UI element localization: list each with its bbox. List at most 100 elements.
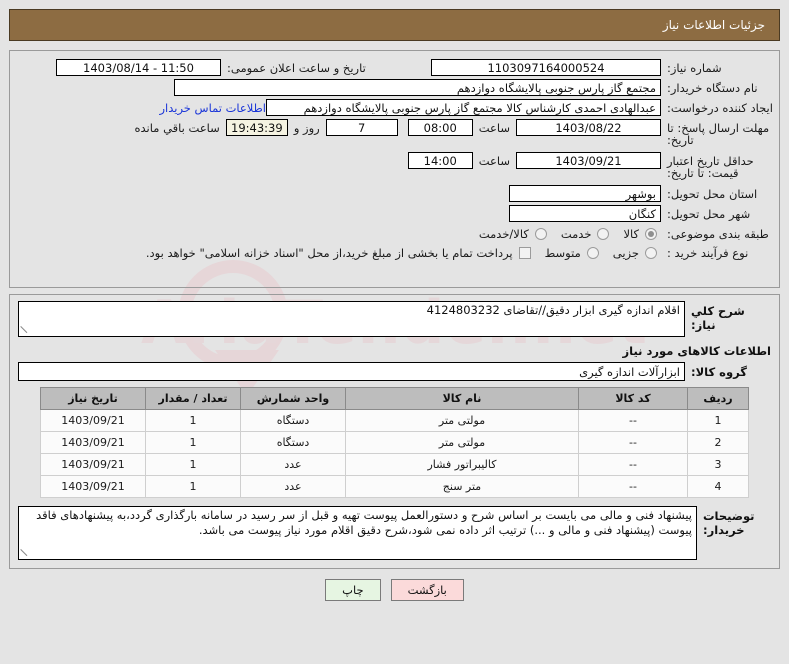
buyer-notes-textarea[interactable]: پیشنهاد فنی و مالی می بایست بر اساس شرح … bbox=[18, 506, 697, 560]
cell-code: -- bbox=[578, 409, 688, 432]
row-delivery-province: استان محل تحویل: بوشهر bbox=[10, 185, 779, 202]
row-process-type: نوع فرآیند خرید : جزیی متوسط پرداخت تمام… bbox=[10, 246, 779, 260]
response-deadline-label: مهلت ارسال پاسخ: تا تاریخ: bbox=[667, 121, 770, 147]
buyer-contact-link[interactable]: اطلاعات تماس خریدار bbox=[159, 99, 266, 115]
goods-group-field[interactable]: ابزارآلات اندازه گیری bbox=[18, 362, 685, 381]
cell-qty: 1 bbox=[145, 409, 241, 432]
category-option-goods-service-label: کالا/خدمت bbox=[478, 227, 529, 241]
cell-row: 4 bbox=[687, 475, 749, 498]
cell-date: 1403/09/21 bbox=[40, 431, 146, 454]
footer-buttons: بازگشت چاپ bbox=[0, 579, 789, 601]
countdown-label: ساعت باقي مانده bbox=[134, 121, 220, 135]
resize-grip-icon[interactable] bbox=[20, 548, 30, 558]
col-name: نام کالا bbox=[345, 387, 579, 410]
cell-date: 1403/09/21 bbox=[40, 409, 146, 432]
items-table-body: 1 -- مولتی متر دستگاه 1 1403/09/21 2 -- … bbox=[40, 409, 749, 498]
delivery-city-label: شهر محل تحویل: bbox=[667, 207, 751, 221]
price-validity-time-field[interactable]: 14:00 bbox=[407, 152, 473, 169]
process-type-option-minor-label: جزیی bbox=[612, 246, 639, 260]
process-type-label: نوع فرآیند خرید : bbox=[667, 245, 749, 260]
table-row: 2 -- مولتی متر دستگاه 1 1403/09/21 bbox=[40, 431, 749, 454]
announce-datetime-field[interactable]: 1403/08/14 - 11:50 bbox=[56, 59, 221, 76]
buyer-org-label: نام دستگاه خریدار: bbox=[667, 81, 758, 95]
row-delivery-city: شهر محل تحویل: کنگان bbox=[10, 205, 779, 222]
row-requester: ایجاد کننده درخواست: عبدالهادی احمدی کار… bbox=[10, 99, 779, 116]
cell-code: -- bbox=[578, 453, 688, 476]
cell-qty: 1 bbox=[145, 453, 241, 476]
delivery-province-label: استان محل تحویل: bbox=[667, 187, 758, 201]
buyer-notes-label: توضیحات خریدار: bbox=[703, 509, 755, 537]
cell-row: 3 bbox=[687, 453, 749, 476]
table-row: 3 -- کالیبراتور فشار عدد 1 1403/09/21 bbox=[40, 453, 749, 476]
row-category: طبقه بندی موضوعی: کالا خدمت کالا/خدمت bbox=[10, 227, 779, 241]
goods-section-title: اطلاعات کالاهای مورد نیاز bbox=[622, 344, 771, 358]
cell-unit: دستگاه bbox=[240, 409, 346, 432]
print-button[interactable]: چاپ bbox=[325, 579, 381, 601]
back-button[interactable]: بازگشت bbox=[390, 579, 464, 601]
price-validity-time-label: ساعت bbox=[478, 154, 510, 168]
row-buyer-notes: توضیحات خریدار: پیشنهاد فنی و مالی می با… bbox=[10, 500, 779, 568]
items-table-header-row: ردیف کد کالا نام کالا واحد شمارش تعداد /… bbox=[40, 387, 749, 410]
delivery-city-field[interactable]: کنگان bbox=[509, 205, 661, 222]
category-radio-service[interactable] bbox=[597, 228, 610, 240]
cell-code: -- bbox=[578, 475, 688, 498]
col-date: تاریخ نیاز bbox=[40, 387, 146, 410]
response-deadline-time-label: ساعت bbox=[478, 121, 510, 135]
cell-row: 2 bbox=[687, 431, 749, 454]
cell-name: کالیبراتور فشار bbox=[345, 453, 579, 476]
page-title-bar: جزئیات اطلاعات نیاز bbox=[9, 9, 780, 41]
cell-row: 1 bbox=[687, 409, 749, 432]
need-number-label: شماره نیاز: bbox=[667, 61, 722, 75]
row-need-summary: شرح کلي نياز: اقلام اندازه گیری ابزار دق… bbox=[10, 295, 779, 337]
process-type-radio-minor[interactable] bbox=[645, 247, 657, 259]
need-number-field[interactable]: 1103097164000524 bbox=[431, 59, 661, 76]
table-row: 4 -- متر سنج عدد 1 1403/09/21 bbox=[40, 475, 749, 498]
cell-name: مولتی متر bbox=[345, 431, 579, 454]
countdown-timer-field: 19:43:39 bbox=[225, 119, 288, 136]
response-deadline-time-field[interactable]: 08:00 bbox=[407, 119, 473, 136]
response-deadline-date-field[interactable]: 1403/08/22 bbox=[516, 119, 661, 136]
col-unit: واحد شمارش bbox=[240, 387, 346, 410]
requester-field[interactable]: عبدالهادی احمدی کارشناس کالا مجتمع گاز پ… bbox=[266, 99, 661, 116]
items-table: ردیف کد کالا نام کالا واحد شمارش تعداد /… bbox=[40, 387, 749, 498]
category-label: طبقه بندی موضوعی: bbox=[667, 226, 769, 241]
price-validity-date-field[interactable]: 1403/09/21 bbox=[516, 152, 661, 169]
remaining-days-field: 7 bbox=[325, 119, 398, 136]
row-need-number: شماره نیاز: 1103097164000524 تاریخ و ساع… bbox=[10, 59, 779, 76]
buyer-org-field[interactable]: مجتمع گاز پارس جنوبی پالایشگاه دوازدهم bbox=[174, 79, 661, 96]
cell-unit: عدد bbox=[240, 475, 346, 498]
col-qty: تعداد / مقدار bbox=[145, 387, 241, 410]
cell-qty: 1 bbox=[145, 475, 241, 498]
category-radio-goods-service[interactable] bbox=[534, 228, 547, 240]
resize-grip-icon[interactable] bbox=[20, 325, 30, 335]
col-row: ردیف bbox=[687, 387, 749, 410]
need-info-panel: شماره نیاز: 1103097164000524 تاریخ و ساع… bbox=[9, 50, 780, 288]
buyer-notes-text: پیشنهاد فنی و مالی می بایست بر اساس شرح … bbox=[36, 508, 692, 537]
category-option-goods-label: کالا bbox=[623, 227, 639, 241]
cell-name: مولتی متر bbox=[345, 409, 579, 432]
cell-name: متر سنج bbox=[345, 475, 579, 498]
cell-unit: عدد bbox=[240, 453, 346, 476]
page-title: جزئیات اطلاعات نیاز bbox=[662, 18, 765, 32]
row-price-validity: حداقل تاریخ اعتبار قیمت: تا تاریخ: 1403/… bbox=[10, 152, 779, 179]
process-type-radio-medium[interactable] bbox=[586, 247, 599, 259]
delivery-province-field[interactable]: بوشهر bbox=[509, 185, 661, 202]
cell-unit: دستگاه bbox=[240, 431, 346, 454]
cell-code: -- bbox=[578, 431, 688, 454]
announce-datetime-label: تاریخ و ساعت اعلان عمومی: bbox=[227, 61, 366, 75]
treasury-bond-checkbox[interactable] bbox=[518, 247, 531, 259]
page-root: AriaTender.net جزئیات اطلاعات نیاز شماره… bbox=[0, 0, 789, 664]
row-response-deadline: مهلت ارسال پاسخ: تا تاریخ: 1403/08/22 سا… bbox=[10, 119, 779, 146]
row-goods-group: گروه کالا: ابزارآلات اندازه گیری bbox=[10, 360, 779, 381]
need-summary-label: شرح کلي نياز: bbox=[691, 304, 745, 332]
treasury-bond-label: پرداخت تمام یا بخشی از مبلغ خرید،از محل … bbox=[145, 246, 513, 260]
table-row: 1 -- مولتی متر دستگاه 1 1403/09/21 bbox=[40, 409, 749, 432]
col-code: کد کالا bbox=[578, 387, 688, 410]
process-type-option-medium-label: متوسط bbox=[544, 246, 581, 260]
need-summary-textarea[interactable]: اقلام اندازه گیری ابزار دقیق//تقاضای 412… bbox=[18, 301, 685, 337]
cell-date: 1403/09/21 bbox=[40, 475, 146, 498]
need-details-panel: شرح کلي نياز: اقلام اندازه گیری ابزار دق… bbox=[9, 294, 780, 569]
category-radio-goods[interactable] bbox=[645, 228, 657, 240]
row-buyer-org: نام دستگاه خریدار: مجتمع گاز پارس جنوبی … bbox=[10, 79, 779, 96]
need-summary-text: اقلام اندازه گیری ابزار دقیق//تقاضای 412… bbox=[426, 303, 680, 317]
